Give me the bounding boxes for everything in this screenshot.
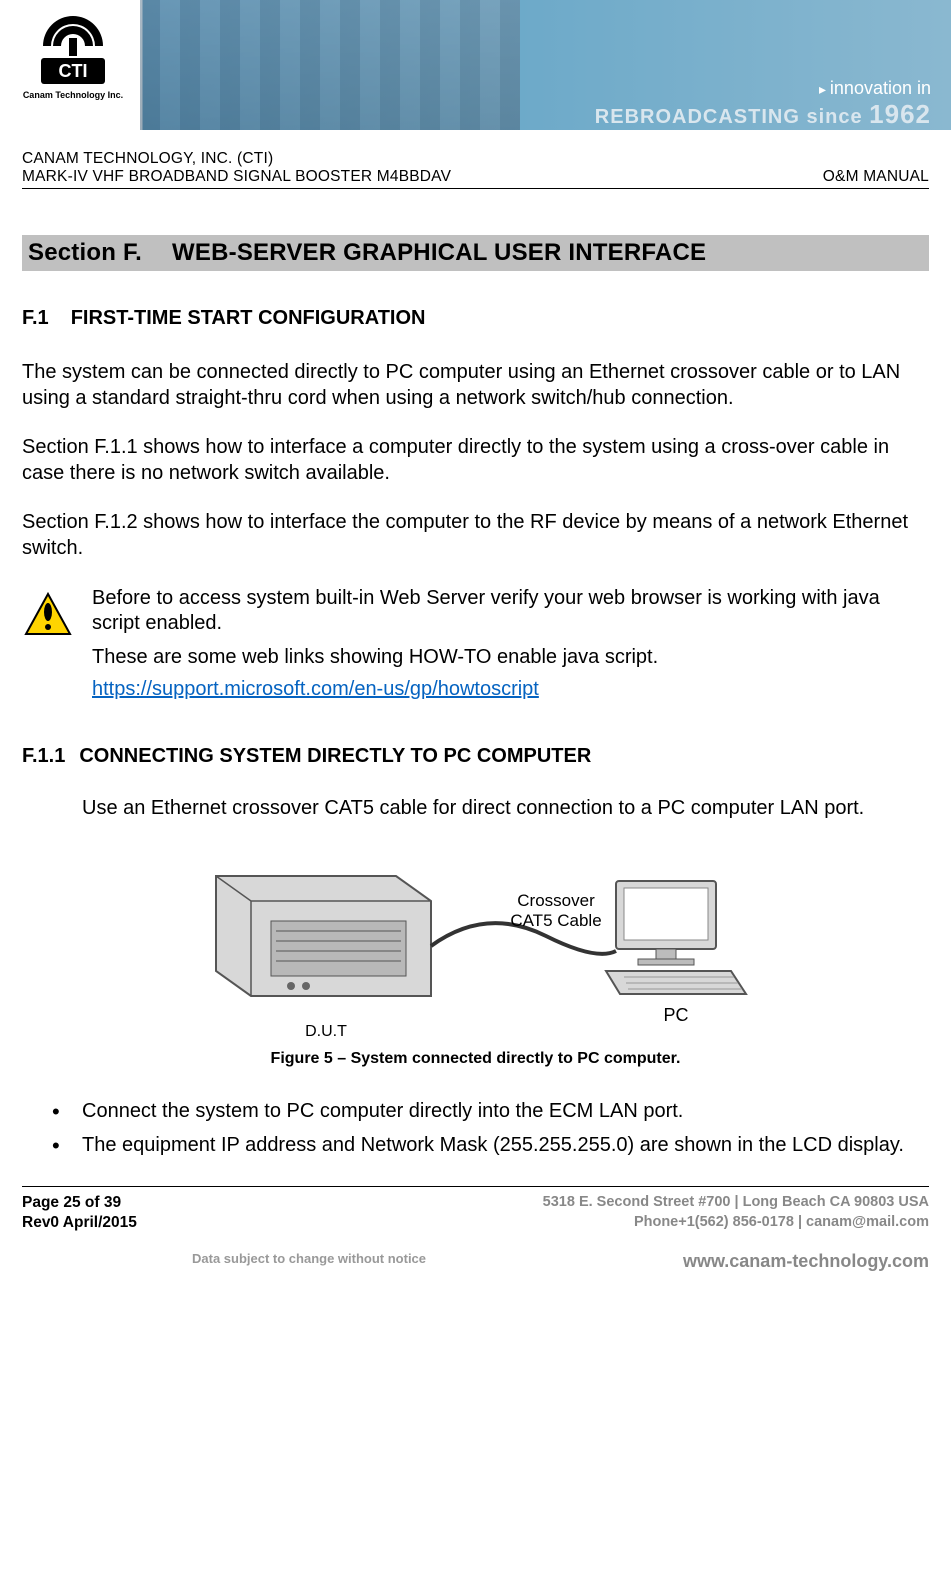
section-label: Section F. (28, 239, 142, 266)
note-p2: These are some web links showing HOW-TO … (92, 645, 929, 671)
header-doctype: O&M MANUAL (823, 168, 929, 186)
note-p1: Before to access system built-in Web Ser… (92, 586, 929, 637)
footer-address: 5318 E. Second Street #700 | Long Beach … (543, 1193, 929, 1213)
cti-logo: CTI Canam Technology Inc. (18, 10, 128, 100)
footer-left: Page 25 of 39 Rev0 April/2015 (22, 1193, 137, 1233)
footer-page: Page 25 of 39 (22, 1193, 137, 1213)
svg-text:PC: PC (663, 1005, 688, 1025)
document-header: CANAM TECHNOLOGY, INC. (CTI) MARK-IV VHF… (22, 150, 929, 189)
banner-background-image (140, 0, 520, 130)
heading-f1: F.1 FIRST-TIME START CONFIGURATION (22, 307, 929, 330)
warning-text: Before to access system built-in Web Ser… (92, 586, 929, 702)
list-item: The equipment IP address and Network Mas… (52, 1132, 929, 1158)
footer-notice: Data subject to change without notice (192, 1251, 426, 1272)
javascript-howto-link[interactable]: https://support.microsoft.com/en-us/gp/h… (92, 678, 539, 700)
footer-rule (22, 1186, 929, 1187)
fig-dut-label: D.U.T (305, 1023, 347, 1040)
figure-5-caption: Figure 5 – System connected directly to … (22, 1050, 929, 1068)
warning-icon (22, 586, 74, 702)
page-content: CANAM TECHNOLOGY, INC. (CTI) MARK-IV VHF… (0, 130, 951, 1158)
logo-company-text: Canam Technology Inc. (18, 90, 128, 100)
svg-text:CTI: CTI (59, 61, 88, 81)
f1-number: F.1 (22, 307, 49, 329)
tagline-line1: innovation in (595, 78, 931, 99)
cti-logo-icon: CTI (33, 10, 113, 88)
header-product: MARK-IV VHF BROADBAND SIGNAL BOOSTER M4B… (22, 168, 451, 186)
f11-body: Use an Ethernet crossover CAT5 cable for… (22, 796, 929, 822)
banner-tagline: innovation in REBROADCASTING since 1962 (595, 78, 931, 130)
figure-5-diagram: D.U.T Crossover CAT5 Cable PC (176, 846, 776, 1046)
tagline-line2: REBROADCASTING since 1962 (595, 99, 931, 130)
f11-bullet-list: Connect the system to PC computer direct… (22, 1098, 929, 1158)
svg-text:CAT5 Cable: CAT5 Cable (510, 911, 601, 930)
f1-para-2: Section F.1.1 shows how to interface a c… (22, 435, 929, 486)
svg-text:Crossover: Crossover (517, 891, 595, 910)
footer-right: 5318 E. Second Street #700 | Long Beach … (543, 1193, 929, 1232)
section-f-heading: Section F. WEB-SERVER GRAPHICAL USER INTE… (22, 235, 929, 271)
f11-number: F.1.1 (22, 745, 65, 767)
page-footer: Page 25 of 39 Rev0 April/2015 5318 E. Se… (0, 1186, 951, 1282)
f1-title: FIRST-TIME START CONFIGURATION (71, 307, 426, 329)
list-item: Connect the system to PC computer direct… (52, 1098, 929, 1124)
footer-phone: Phone+1(562) 856-0178 | canam@mail.com (543, 1213, 929, 1233)
footer-rev: Rev0 April/2015 (22, 1213, 137, 1233)
f1-para-3: Section F.1.2 shows how to interface the… (22, 510, 929, 561)
warning-note: Before to access system built-in Web Ser… (22, 586, 929, 702)
heading-f11: F.1.1 CONNECTING SYSTEM DIRECTLY TO PC CO… (22, 745, 929, 768)
header-banner: CTI Canam Technology Inc. innovation in … (0, 0, 951, 130)
section-title: WEB-SERVER GRAPHICAL USER INTERFACE (172, 239, 706, 266)
f11-title: CONNECTING SYSTEM DIRECTLY TO PC COMPUTE… (79, 745, 591, 767)
figure-5: D.U.T Crossover CAT5 Cable PC Figure 5 –… (22, 846, 929, 1068)
f11-para-1: Use an Ethernet crossover CAT5 cable for… (82, 796, 929, 822)
tagline-prefix: REBROADCASTING since (595, 106, 869, 128)
header-company: CANAM TECHNOLOGY, INC. (CTI) (22, 150, 929, 168)
f1-para-1: The system can be connected directly to … (22, 360, 929, 411)
tagline-year: 1962 (869, 99, 931, 129)
header-rule (22, 188, 929, 189)
footer-url: www.canam-technology.com (683, 1251, 929, 1272)
